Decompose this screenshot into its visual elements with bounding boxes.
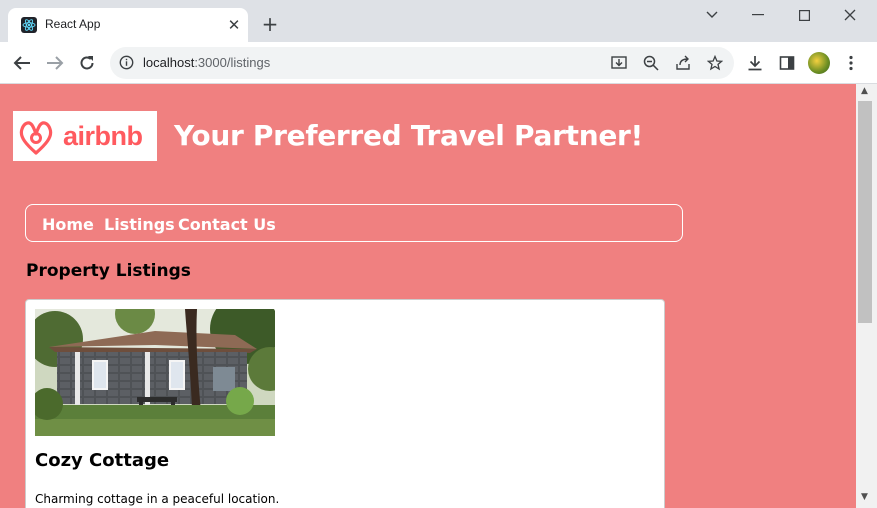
kebab-menu-icon[interactable] (840, 52, 862, 74)
tab-strip: React App ✕ + (0, 0, 877, 42)
share-icon[interactable] (674, 54, 692, 72)
scroll-down-arrow-icon[interactable]: ▼ (856, 492, 873, 506)
airbnb-logo[interactable]: airbnb (13, 111, 157, 161)
zoom-out-icon[interactable] (642, 54, 660, 72)
arrow-left-icon[interactable] (11, 52, 33, 74)
arrow-right-icon[interactable] (44, 52, 66, 74)
browser-toolbar: localhost:3000/listings (0, 42, 877, 84)
url-text[interactable]: localhost:3000/listings (143, 55, 270, 70)
install-app-icon[interactable] (610, 54, 628, 72)
address-bar[interactable]: localhost:3000/listings (110, 47, 734, 79)
scroll-thumb[interactable] (858, 101, 872, 323)
reload-icon[interactable] (76, 52, 98, 74)
page-headline: Your Preferred Travel Partner! (174, 119, 643, 152)
logo-wordmark: airbnb (63, 120, 143, 151)
section-title: Property Listings (26, 261, 191, 281)
profile-avatar[interactable] (808, 52, 830, 74)
plus-icon[interactable]: + (259, 13, 281, 35)
tab-title: React App (45, 17, 101, 31)
minimize-icon[interactable] (736, 0, 780, 30)
side-panel-icon[interactable] (776, 52, 798, 74)
airbnb-belo-icon (19, 121, 53, 155)
nav-link-listings[interactable]: Listings (104, 215, 175, 234)
listing-title[interactable]: Cozy Cottage (35, 450, 169, 471)
download-icon[interactable] (744, 52, 766, 74)
nav-link-contact-us[interactable]: Contact Us (178, 215, 276, 234)
scroll-up-arrow-icon[interactable]: ▲ (856, 86, 873, 100)
tab-search-chevron-icon[interactable] (690, 0, 734, 30)
page-viewport: airbnb Your Preferred Travel Partner! Ho… (0, 84, 856, 508)
listing-card[interactable]: Cozy Cottage Charming cottage in a peace… (25, 299, 665, 508)
info-icon[interactable] (119, 55, 134, 74)
browser-tab[interactable]: React App ✕ (8, 8, 248, 42)
window-close-icon[interactable] (828, 0, 872, 30)
main-nav: Home Listings Contact Us (25, 204, 683, 242)
close-icon[interactable]: ✕ (225, 16, 243, 34)
listing-description: Charming cottage in a peaceful location. (35, 492, 280, 506)
star-icon[interactable] (706, 54, 724, 72)
listing-photo[interactable] (35, 309, 275, 436)
nav-link-home[interactable]: Home (42, 215, 94, 234)
maximize-icon[interactable] (782, 0, 826, 30)
react-atom-icon (21, 17, 37, 33)
page-scrollbar[interactable]: ▲ ▼ (856, 84, 877, 508)
